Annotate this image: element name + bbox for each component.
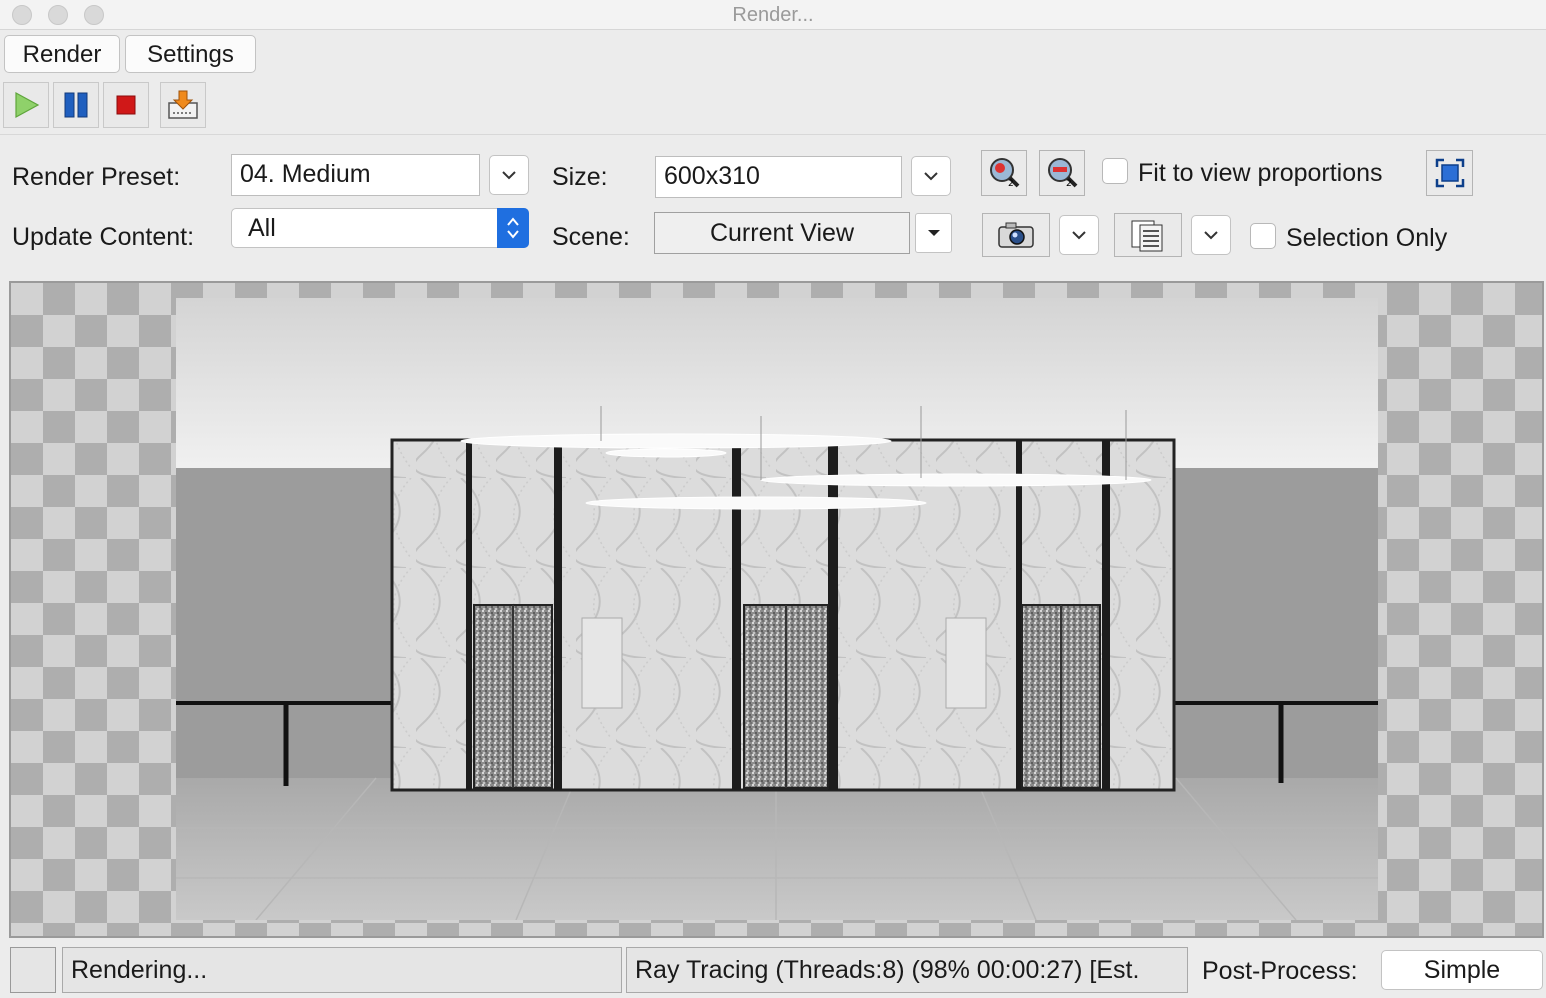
pause-icon bbox=[64, 92, 88, 118]
camera-icon bbox=[998, 222, 1034, 248]
scene-field[interactable]: Current View bbox=[654, 212, 910, 254]
update-content-value: All bbox=[248, 214, 276, 242]
layers-dropdown[interactable] bbox=[1191, 215, 1231, 255]
pages-icon bbox=[1131, 220, 1163, 252]
chevron-down-icon bbox=[1204, 231, 1218, 240]
start-render-button[interactable] bbox=[3, 82, 49, 128]
layers-button[interactable] bbox=[1114, 213, 1182, 257]
rendered-image bbox=[176, 298, 1378, 920]
size-field[interactable]: 600x310 bbox=[655, 156, 902, 198]
zoom-in-button[interactable]: 2 bbox=[981, 150, 1027, 196]
tab-render[interactable]: Render bbox=[4, 35, 120, 73]
toolbar-divider bbox=[0, 134, 1546, 135]
render-preset-field[interactable]: 04. Medium bbox=[231, 154, 480, 196]
triangle-down-icon bbox=[927, 230, 940, 236]
fit-view-icon bbox=[1435, 158, 1464, 188]
zoom-out-icon: 2 bbox=[1048, 158, 1078, 189]
stop-icon bbox=[116, 95, 136, 115]
title-bar: Render... bbox=[0, 0, 1546, 30]
svg-text:2: 2 bbox=[1066, 179, 1072, 189]
update-content-select[interactable]: All bbox=[231, 208, 529, 248]
stepper-arrows[interactable] bbox=[497, 208, 529, 248]
status-indicator bbox=[10, 947, 56, 993]
render-preset-dropdown[interactable] bbox=[489, 155, 529, 195]
selection-only-checkbox[interactable] bbox=[1250, 223, 1276, 249]
zoom-out-button[interactable]: 2 bbox=[1039, 150, 1085, 196]
pause-render-button[interactable] bbox=[53, 82, 99, 128]
scene-label: Scene: bbox=[552, 223, 630, 251]
post-process-select[interactable]: Simple bbox=[1381, 950, 1543, 990]
post-process-label: Post-Process: bbox=[1202, 957, 1358, 985]
tab-settings[interactable]: Settings bbox=[125, 35, 256, 73]
export-icon bbox=[168, 90, 198, 119]
updown-arrows-icon bbox=[507, 217, 519, 239]
render-preset-label: Render Preset: bbox=[12, 163, 181, 191]
fit-to-view-checkbox[interactable] bbox=[1102, 158, 1128, 184]
window-title: Render... bbox=[732, 4, 814, 26]
render-viewport[interactable] bbox=[9, 281, 1544, 938]
chevron-down-icon bbox=[924, 172, 938, 181]
selection-only-label: Selection Only bbox=[1286, 224, 1448, 252]
render-progress-info: Ray Tracing (Threads:8) (98% 00:00:27) [… bbox=[626, 947, 1188, 993]
stop-render-button[interactable] bbox=[103, 82, 149, 128]
camera-button[interactable] bbox=[982, 213, 1050, 257]
chevron-down-icon bbox=[1072, 231, 1086, 240]
chevron-down-icon bbox=[502, 171, 516, 180]
camera-dropdown[interactable] bbox=[1059, 215, 1099, 255]
export-render-button[interactable] bbox=[160, 82, 206, 128]
size-dropdown[interactable] bbox=[911, 156, 951, 196]
zoom-in-icon: 2 bbox=[990, 158, 1020, 189]
status-text: Rendering... bbox=[62, 947, 622, 993]
size-label: Size: bbox=[552, 163, 608, 191]
update-content-label: Update Content: bbox=[12, 223, 195, 251]
play-icon bbox=[15, 91, 40, 119]
fit-to-view-label: Fit to view proportions bbox=[1138, 159, 1383, 187]
scene-dropdown[interactable] bbox=[915, 213, 952, 253]
svg-text:2: 2 bbox=[1008, 179, 1014, 189]
fit-view-button[interactable] bbox=[1426, 150, 1473, 196]
